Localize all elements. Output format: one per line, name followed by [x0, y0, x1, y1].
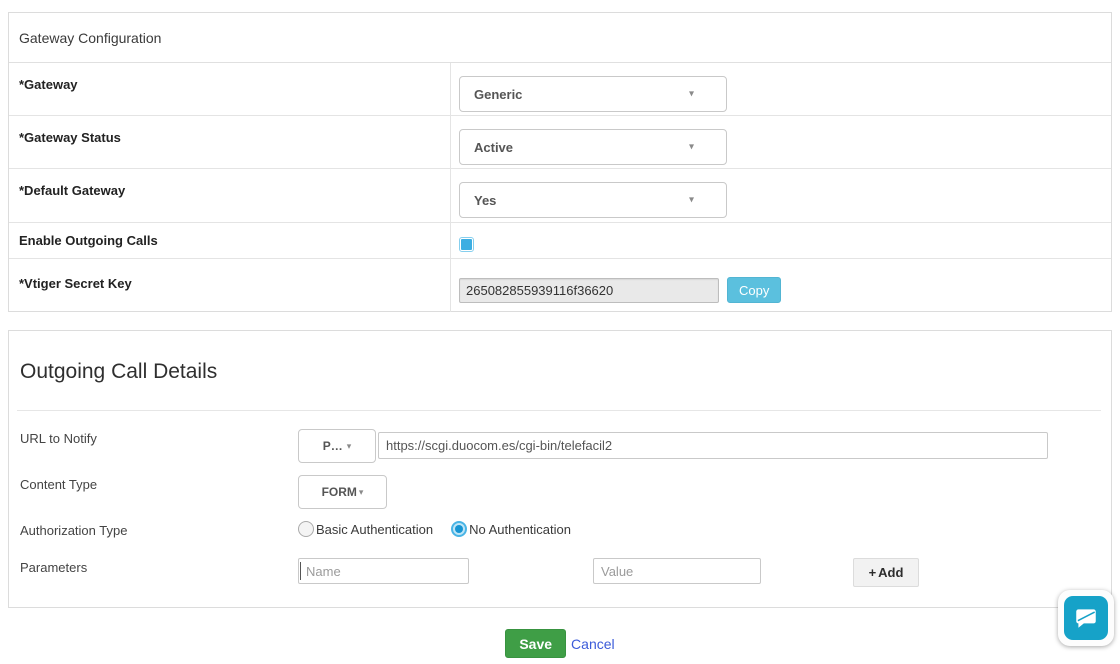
chevron-down-icon: ▾ [689, 195, 694, 206]
vtiger-secret-key-input[interactable] [459, 278, 719, 303]
gateway-label: *Gateway [9, 63, 451, 115]
radio-unselected-icon[interactable] [298, 521, 314, 537]
authorization-options: Basic Authentication No Authentication [298, 521, 571, 537]
parameter-name-input[interactable] [298, 558, 469, 584]
chevron-down-icon: ▾ [359, 487, 364, 498]
checkbox-checked-fill [461, 239, 472, 250]
save-button[interactable]: Save [505, 629, 566, 658]
no-authentication-option[interactable]: No Authentication [451, 521, 571, 537]
footer-actions: Save Cancel [0, 629, 1120, 658]
divider [17, 410, 1101, 411]
gateway-configuration-panel: Gateway Configuration *Gateway Generic ▾… [8, 12, 1112, 312]
http-method-select[interactable]: P… ▾ [298, 429, 376, 463]
outgoing-call-details-title: Outgoing Call Details [20, 360, 217, 384]
url-to-notify-input[interactable] [378, 432, 1048, 459]
gateway-status-label: *Gateway Status [9, 116, 451, 168]
gateway-status-control-cell: Active ▾ [451, 116, 1111, 168]
outgoing-call-details-panel: Outgoing Call Details URL to Notify P… ▾… [8, 330, 1112, 608]
radio-selected-icon[interactable] [451, 521, 467, 537]
enable-outgoing-calls-row: Enable Outgoing Calls [9, 223, 1111, 259]
plus-icon: + [869, 565, 877, 580]
content-type-value: FORM [322, 485, 357, 499]
gateway-status-select-value: Active [474, 140, 513, 155]
content-type-label: Content Type [20, 477, 97, 492]
copy-button[interactable]: Copy [727, 277, 781, 303]
default-gateway-label: *Default Gateway [9, 169, 451, 222]
add-button-label: Add [878, 565, 903, 580]
vtiger-secret-key-cell: Copy [451, 259, 1111, 312]
default-gateway-select-value: Yes [474, 193, 496, 208]
no-authentication-label: No Authentication [469, 522, 571, 537]
parameter-value-input[interactable] [593, 558, 761, 584]
gateway-select[interactable]: Generic ▾ [459, 76, 727, 112]
default-gateway-select[interactable]: Yes ▾ [459, 182, 727, 218]
chat-launcher[interactable] [1058, 590, 1114, 646]
default-gateway-control-cell: Yes ▾ [451, 169, 1111, 222]
gateway-select-value: Generic [474, 87, 522, 102]
content-type-select[interactable]: FORM ▾ [298, 475, 387, 509]
radio-dot [455, 525, 463, 533]
parameters-label: Parameters [20, 560, 87, 575]
gateway-control-cell: Generic ▾ [451, 63, 1111, 115]
http-method-value: P… [323, 439, 343, 453]
chat-bubble-icon [1064, 596, 1108, 640]
url-to-notify-label: URL to Notify [20, 431, 97, 446]
gateway-configuration-title: Gateway Configuration [9, 13, 1111, 63]
default-gateway-row: *Default Gateway Yes ▾ [9, 169, 1111, 223]
gateway-status-select[interactable]: Active ▾ [459, 129, 727, 165]
chevron-down-icon: ▾ [689, 89, 694, 100]
chevron-down-icon: ▾ [347, 441, 352, 452]
basic-authentication-option[interactable]: Basic Authentication [298, 521, 433, 537]
enable-outgoing-calls-checkbox[interactable] [459, 237, 474, 252]
authorization-type-label: Authorization Type [20, 523, 127, 538]
cancel-link[interactable]: Cancel [571, 636, 615, 652]
enable-outgoing-calls-cell [451, 223, 1111, 258]
gateway-row: *Gateway Generic ▾ [9, 63, 1111, 116]
gateway-status-row: *Gateway Status Active ▾ [9, 116, 1111, 169]
add-parameter-button[interactable]: +Add [853, 558, 919, 587]
chevron-down-icon: ▾ [689, 142, 694, 153]
text-cursor [300, 562, 301, 580]
page: Gateway Configuration *Gateway Generic ▾… [0, 0, 1120, 664]
basic-authentication-label: Basic Authentication [316, 522, 433, 537]
vtiger-secret-key-label: *Vtiger Secret Key [9, 259, 451, 312]
vtiger-secret-key-row: *Vtiger Secret Key Copy [9, 259, 1111, 312]
enable-outgoing-calls-label: Enable Outgoing Calls [9, 223, 451, 258]
